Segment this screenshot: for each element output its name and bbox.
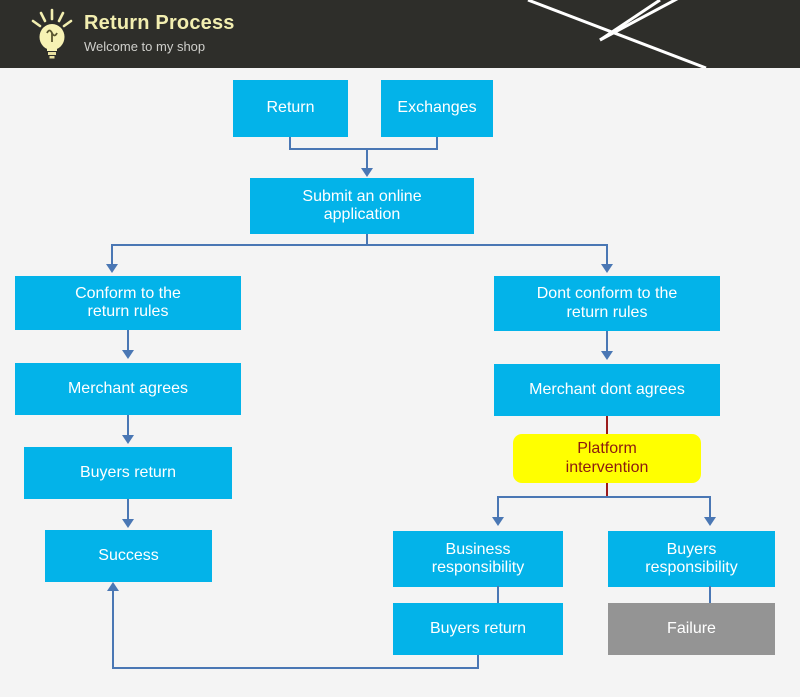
node-merchant-agrees-label: Merchant agrees xyxy=(67,379,189,397)
node-merchant-agrees[interactable]: Merchant agrees xyxy=(15,363,241,415)
edge-split-right xyxy=(606,244,608,266)
node-buyers-resp-line2: responsibility xyxy=(645,559,738,576)
node-failure[interactable]: Failure xyxy=(608,603,775,655)
arrow-to-conform xyxy=(106,264,118,273)
node-dont-conform-line2: return rules xyxy=(566,303,648,321)
page-header: Return Process Welcome to my shop xyxy=(0,0,800,68)
node-buyers-resp-line1: Buyers xyxy=(666,540,717,558)
node-conform-line1: Conform to the xyxy=(75,284,181,302)
node-exchanges[interactable]: Exchanges xyxy=(381,80,493,137)
arrow-to-buyers-responsibility xyxy=(704,517,716,526)
arrow-to-success-top xyxy=(122,519,134,528)
node-platform-line2: intervention xyxy=(565,458,649,476)
node-business-responsibility[interactable]: Business responsibility xyxy=(393,531,563,587)
page-title: Return Process xyxy=(84,12,235,34)
node-conform-to-return-rules[interactable]: Conform to the return rules xyxy=(15,276,241,330)
node-platform-line1: Platform xyxy=(577,440,637,458)
edge-buyers-resp-to-failure xyxy=(709,586,711,603)
node-business-resp-line2: responsibility xyxy=(431,559,525,576)
edge-split-business xyxy=(497,496,499,519)
node-dont-conform-to-return-rules[interactable]: Dont conform to the return rules xyxy=(494,276,720,331)
edge-responsibility-bar xyxy=(497,496,711,498)
node-exchanges-label: Exchanges xyxy=(397,99,477,117)
node-return-label: Return xyxy=(266,99,315,117)
arrow-to-success-bottom xyxy=(107,582,119,591)
edge-buyers-to-success xyxy=(127,499,129,521)
edge-split-left xyxy=(111,244,113,266)
node-platform-intervention[interactable]: Platform intervention xyxy=(513,434,701,483)
page-subtitle: Welcome to my shop xyxy=(84,39,206,54)
edge-business-to-buyers-return xyxy=(497,586,499,603)
edge-split-buyers xyxy=(709,496,711,519)
edge-conform-to-merchant xyxy=(127,330,129,352)
node-submit-line1: Submit an online xyxy=(302,187,422,205)
node-dont-conform-line1: Dont conform to the xyxy=(536,285,678,303)
node-conform-line2: return rules xyxy=(87,303,169,320)
node-business-resp-line1: Business xyxy=(445,540,511,558)
edge-merchant-to-buyers xyxy=(127,415,129,437)
edge-feedback-bar xyxy=(112,667,479,669)
arrow-to-buyers-return-left xyxy=(122,435,134,444)
edge-merge-bar xyxy=(289,148,438,150)
arrow-to-business-responsibility xyxy=(492,517,504,526)
node-return[interactable]: Return xyxy=(233,80,348,137)
node-submit-line2: application xyxy=(323,206,401,223)
edge-merge-to-submit xyxy=(366,148,368,170)
node-failure-label: Failure xyxy=(667,619,716,637)
lightbulb-icon xyxy=(31,8,73,59)
flowchart-page: Return Process Welcome to my shop Return xyxy=(0,0,800,697)
edge-split-bar xyxy=(111,244,608,246)
arrow-to-submit xyxy=(361,168,373,177)
node-submit-application[interactable]: Submit an online application xyxy=(250,178,474,234)
edge-dont-conform-to-merchant xyxy=(606,331,608,353)
edge-feedback-up xyxy=(112,590,114,668)
node-success-label: Success xyxy=(98,546,159,564)
node-buyers-responsibility[interactable]: Buyers responsibility xyxy=(608,531,775,587)
node-buyers-return-left[interactable]: Buyers return xyxy=(24,447,232,499)
node-buyers-return-right[interactable]: Buyers return xyxy=(393,603,563,655)
arrow-to-dont-conform xyxy=(601,264,613,273)
node-success[interactable]: Success xyxy=(45,530,212,582)
arrow-to-merchant-agrees xyxy=(122,350,134,359)
arrow-to-merchant-dont-agrees xyxy=(601,351,613,360)
node-buyers-return-left-label: Buyers return xyxy=(79,463,177,481)
node-merchant-dont-agrees[interactable]: Merchant dont agrees xyxy=(494,364,720,416)
node-merchant-dont-agrees-label: Merchant dont agrees xyxy=(529,380,685,398)
node-buyers-return-right-label: Buyers return xyxy=(429,619,527,637)
